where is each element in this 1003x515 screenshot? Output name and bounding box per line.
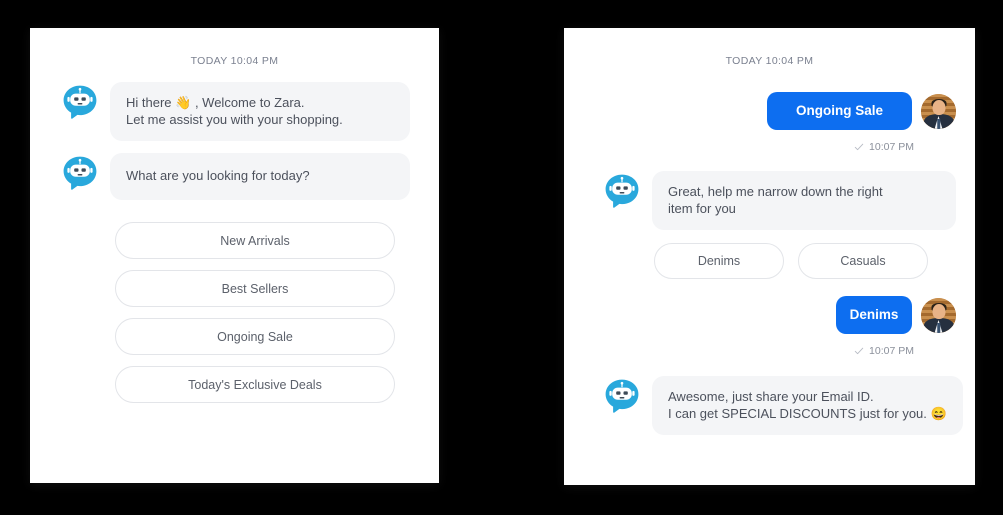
message-row-user-denims: Denims xyxy=(584,296,956,334)
grinning-face-icon: 😄 xyxy=(930,405,947,421)
screenshot-stage: TODAY 10:04 PM Hi there 👋 , Welcome to Z… xyxy=(0,0,1003,515)
day-divider-left: TODAY 10:04 PM xyxy=(190,55,279,67)
quick-reply-ongoing-sale[interactable]: Ongoing Sale xyxy=(115,318,395,355)
receipt-timestamp: 10:07 PM xyxy=(869,141,914,153)
receipt-timestamp: 10:07 PM xyxy=(869,345,914,357)
waving-hand-icon: 👋 xyxy=(175,95,192,110)
message-row-bot-question: What are you looking for today? xyxy=(62,153,412,200)
message-row-bot-welcome: Hi there 👋 , Welcome to Zara. Let me ass… xyxy=(62,82,412,142)
message-line: Awesome, just share your Email ID. xyxy=(668,389,874,404)
bot-message-bubble: What are you looking for today? xyxy=(110,153,410,200)
bot-message-bubble: Hi there 👋 , Welcome to Zara. Let me ass… xyxy=(110,82,410,142)
message-receipt-2: 10:07 PM xyxy=(584,345,914,357)
user-message-bubble: Ongoing Sale xyxy=(767,92,912,130)
message-row-bot-narrow-down: Great, help me narrow down the right ite… xyxy=(604,171,956,231)
chat-card-right: TODAY 10:04 PM Ongoing Sale 10:07 PM Gre… xyxy=(564,28,975,485)
bot-message-bubble: Awesome, just share your Email ID. I can… xyxy=(652,376,963,436)
user-message-bubble: Denims xyxy=(836,296,912,334)
message-line: item for you xyxy=(668,200,736,216)
day-divider-right: TODAY 10:04 PM xyxy=(725,55,814,67)
chatbot-avatar-icon xyxy=(62,84,98,120)
user-avatar-photo xyxy=(921,298,956,333)
message-line: Hi there 👋 , Welcome to Zara. xyxy=(126,95,305,110)
chat-card-left: TODAY 10:04 PM Hi there 👋 , Welcome to Z… xyxy=(30,28,439,483)
quick-reply-list-right: Denims Casuals xyxy=(654,243,940,279)
quick-reply-list-left: New Arrivals Best Sellers Ongoing Sale T… xyxy=(115,222,395,414)
message-row-bot-email-request: Awesome, just share your Email ID. I can… xyxy=(604,376,963,436)
single-check-icon xyxy=(854,142,864,152)
chatbot-avatar-icon xyxy=(62,155,98,191)
message-row-user-ongoing-sale: Ongoing Sale xyxy=(584,92,956,130)
message-line: Let me assist you with your shopping. xyxy=(126,111,343,127)
message-line: What are you looking for today? xyxy=(126,168,310,184)
bot-message-bubble: Great, help me narrow down the right ite… xyxy=(652,171,956,231)
message-line: Great, help me narrow down the right xyxy=(668,184,883,199)
quick-reply-best-sellers[interactable]: Best Sellers xyxy=(115,270,395,307)
chatbot-avatar-icon xyxy=(604,173,640,209)
message-line: I can get SPECIAL DISCOUNTS just for you… xyxy=(668,405,947,421)
quick-reply-new-arrivals[interactable]: New Arrivals xyxy=(115,222,395,259)
message-receipt-1: 10:07 PM xyxy=(584,141,914,153)
user-avatar-photo xyxy=(921,94,956,129)
quick-reply-todays-exclusive-deals[interactable]: Today's Exclusive Deals xyxy=(115,366,395,403)
single-check-icon xyxy=(854,346,864,356)
chatbot-avatar-icon xyxy=(604,378,640,414)
quick-reply-casuals[interactable]: Casuals xyxy=(798,243,928,279)
quick-reply-denims[interactable]: Denims xyxy=(654,243,784,279)
